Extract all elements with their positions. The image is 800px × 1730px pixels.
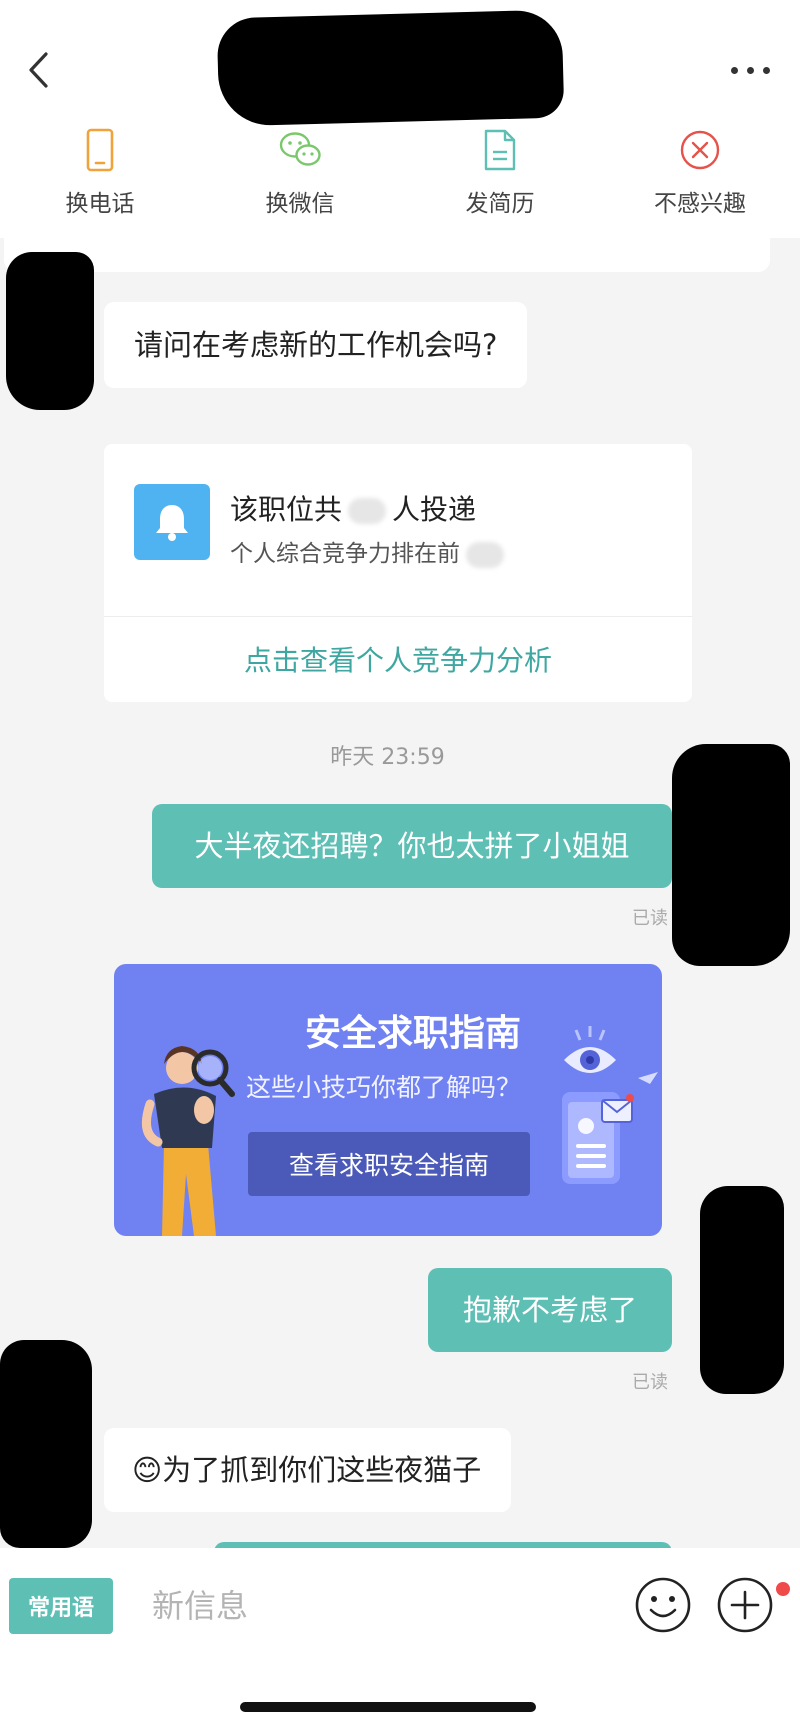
emoji-icon[interactable] — [634, 1576, 692, 1634]
change-wechat-label: 换微信 — [265, 191, 335, 217]
chevron-left-icon — [29, 52, 48, 88]
read-receipt: 已读 — [632, 908, 668, 929]
message-bubble-received[interactable]: 😊 为了抓到你们这些夜猫子 — [104, 1428, 512, 1512]
not-interested-icon — [676, 126, 724, 174]
change-phone-label: 换电话 — [65, 191, 135, 217]
resume-icon — [476, 126, 524, 174]
message-text: 大半夜还招聘？你也太拼了小姐姐 — [194, 828, 630, 863]
more-dot — [762, 66, 770, 74]
message-text: 请问在考虑新的工作机会吗? — [134, 327, 498, 362]
competitiveness-analysis-link[interactable]: 点击查看个人竞争力分析 — [104, 616, 692, 702]
message-bubble-sent[interactable]: 抱歉不考虑了 — [428, 1268, 672, 1352]
timestamp: 昨天 23:59 — [330, 745, 445, 770]
quick-actions: 换电话 换微信 发简历 不感兴趣 — [0, 126, 800, 226]
redacted-avatar — [0, 1340, 92, 1548]
rank-label: 个人综合竞争力排在前 — [230, 541, 460, 567]
back-button[interactable] — [18, 42, 58, 98]
smile-emoji-icon: 😊 — [132, 1452, 163, 1487]
bell-icon — [134, 484, 210, 560]
competition-stats-card: 该职位共 人投递 个人综合竞争力排在前 点击查看个人竞争力分析 — [104, 444, 692, 702]
message-text: 为了抓到你们这些夜猫子 — [162, 1452, 482, 1487]
blurred-number — [348, 498, 387, 524]
more-options-button[interactable] — [720, 50, 780, 90]
phone-eye-illustration — [562, 1026, 658, 1184]
phone-icon — [76, 126, 124, 174]
common-phrases-button[interactable]: 常用语 — [9, 1578, 113, 1634]
not-interested-button[interactable]: 不感兴趣 — [600, 126, 800, 226]
chat-header: 换电话 换微信 发简历 不感兴趣 — [0, 0, 800, 238]
message-text: 抱歉不考虑了 — [462, 1292, 637, 1327]
more-dot — [746, 66, 754, 74]
message-bubble-received[interactable]: 请问在考虑新的工作机会吗? — [104, 302, 528, 388]
redacted-avatar — [700, 1186, 784, 1394]
blurred-number — [466, 541, 504, 568]
message-input[interactable] — [152, 1576, 592, 1636]
wechat-icon — [276, 126, 324, 174]
send-resume-label: 发简历 — [465, 191, 535, 217]
redacted-avatar — [672, 744, 790, 966]
change-wechat-button[interactable]: 换微信 — [200, 126, 400, 226]
message-bubble-sent[interactable]: 大半夜还招聘？你也太拼了小姐姐 — [152, 804, 672, 888]
applicant-count-text: 该职位共 人投递 — [230, 488, 476, 528]
rank-text: 个人综合竞争力排在前 — [230, 534, 510, 568]
send-resume-button[interactable]: 发简历 — [400, 126, 600, 226]
home-indicator — [240, 1702, 536, 1712]
redacted-avatar — [6, 252, 94, 410]
change-phone-button[interactable]: 换电话 — [0, 126, 200, 226]
previous-card-edge — [4, 236, 770, 272]
not-interested-label: 不感兴趣 — [654, 191, 746, 217]
more-dot — [730, 66, 738, 74]
redacted-contact-name — [216, 9, 565, 127]
read-receipt: 已读 — [632, 1372, 668, 1393]
banner-subtitle: 这些小技巧你都了解吗？ — [246, 1073, 522, 1102]
add-attachment-icon[interactable] — [716, 1576, 774, 1634]
notification-dot — [776, 1582, 790, 1596]
safety-guide-banner[interactable]: 安全求职指南 这些小技巧你都了解吗？ 查看求职安全指南 — [114, 964, 662, 1236]
applicant-count-suffix: 人投递 — [392, 493, 477, 526]
view-safety-guide-button[interactable]: 查看求职安全指南 — [248, 1132, 530, 1196]
applicant-count-prefix: 该职位共 — [230, 493, 343, 526]
